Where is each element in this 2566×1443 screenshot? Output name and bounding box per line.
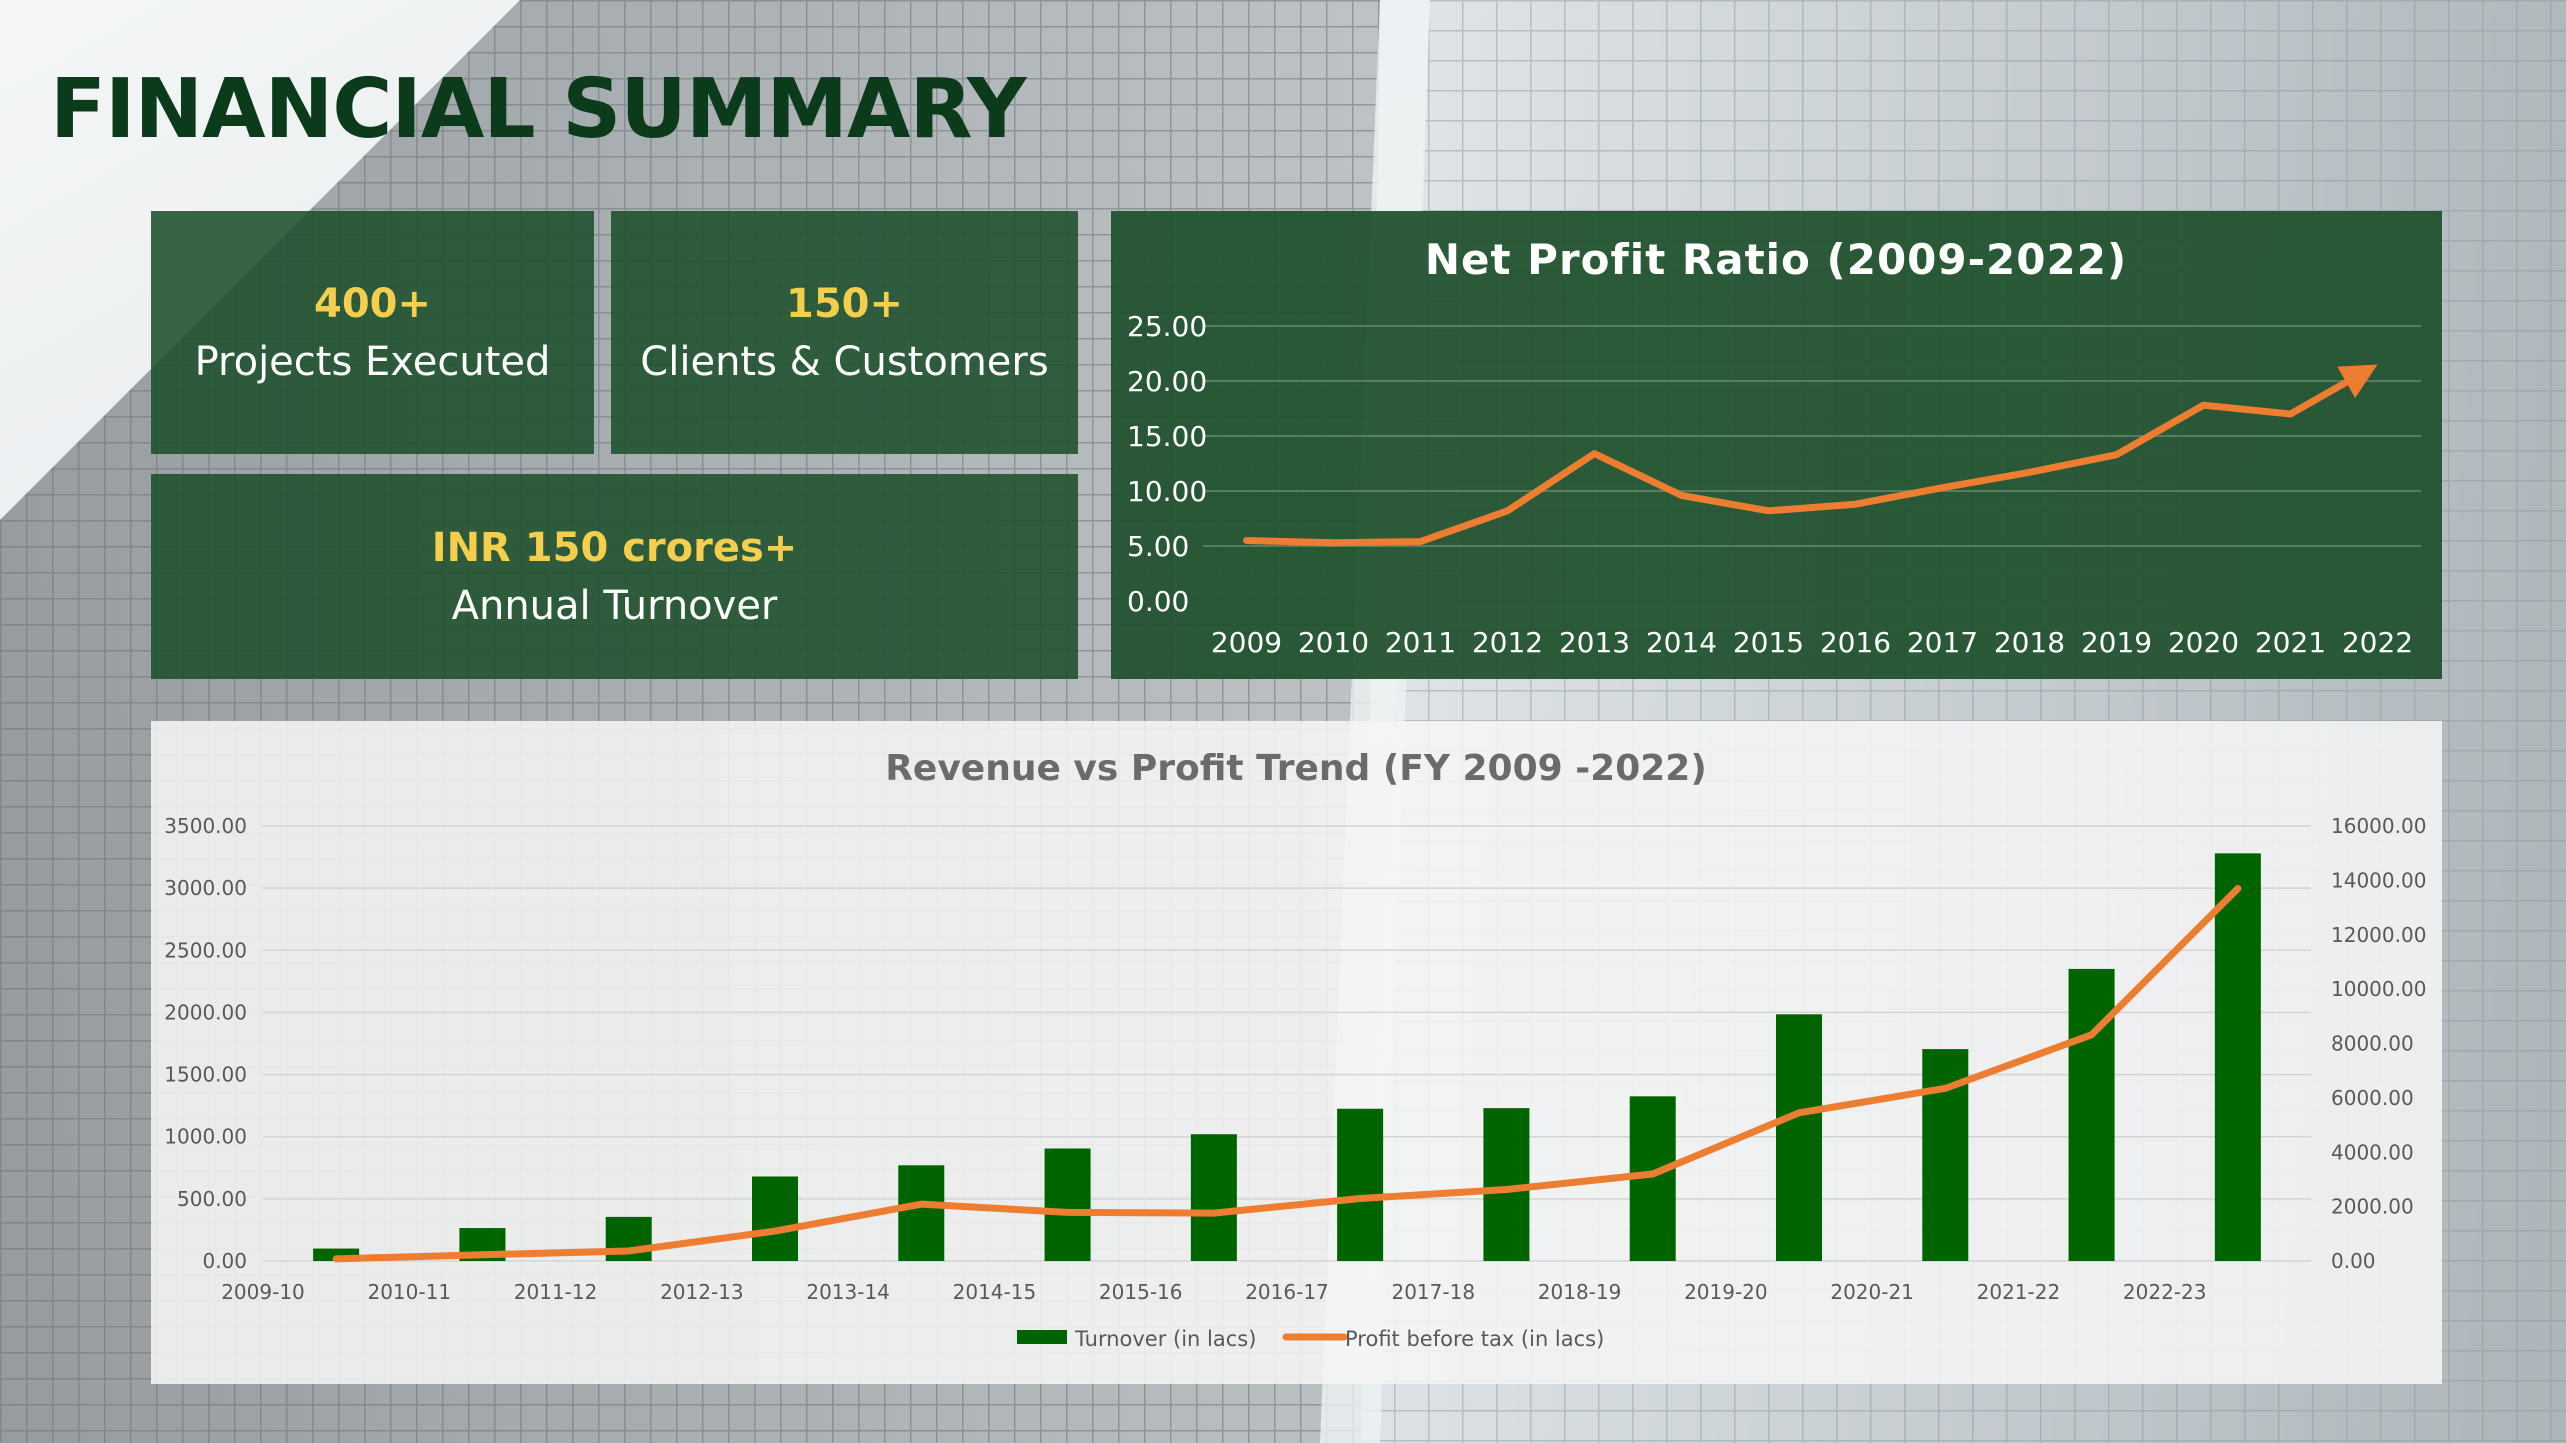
y-tick-label: 5.00 xyxy=(1127,530,1189,563)
x-tick-label: 2022 xyxy=(2342,626,2413,659)
y-left-tick-label: 1500.00 xyxy=(164,1063,247,1087)
y-right-tick-label: 12000.00 xyxy=(2331,923,2426,947)
y-right-tick-label: 2000.00 xyxy=(2331,1195,2414,1219)
y-right-tick-label: 10000.00 xyxy=(2331,977,2426,1001)
stat-label: Clients & Customers xyxy=(640,338,1049,385)
y-left-tick-label: 1000.00 xyxy=(164,1125,247,1149)
y-left-tick-label: 2500.00 xyxy=(164,938,247,962)
x-tick-label: 2020-21 xyxy=(1830,1280,1914,1304)
x-tick-label: 2021 xyxy=(2255,626,2326,659)
y-right-tick-label: 14000.00 xyxy=(2331,868,2426,892)
turnover-bar xyxy=(1044,1148,1091,1261)
x-tick-label: 2009-10 xyxy=(221,1280,305,1304)
x-tick-label: 2016 xyxy=(1820,626,1891,659)
x-tick-label: 2011-12 xyxy=(514,1280,598,1304)
y-right-tick-label: 0.00 xyxy=(2331,1249,2376,1273)
y-left-tick-label: 0.00 xyxy=(202,1249,247,1273)
x-tick-label: 2014 xyxy=(1646,626,1717,659)
stat-card-clients: 150+ Clients & Customers xyxy=(611,211,1078,454)
legend-label-profit: Profit before tax (in lacs) xyxy=(1345,1327,1604,1351)
stat-value: 150+ xyxy=(785,280,903,327)
y-left-tick-label: 3000.00 xyxy=(164,876,247,900)
chart-title: Revenue vs Profit Trend (FY 2009 -2022) xyxy=(885,748,1707,789)
x-tick-label: 2013-14 xyxy=(806,1280,890,1304)
turnover-bar xyxy=(2214,853,2261,1261)
legend-swatch-turnover xyxy=(1017,1330,1067,1344)
turnover-bar xyxy=(898,1165,945,1261)
turnover-bar xyxy=(2068,968,2115,1261)
x-tick-label: 2019-20 xyxy=(1684,1280,1768,1304)
revenue-profit-chart: Revenue vs Profit Trend (FY 2009 -2022) 0… xyxy=(164,748,2426,1351)
turnover-bar xyxy=(1776,1014,1822,1261)
x-tick-label: 2015 xyxy=(1733,626,1804,659)
x-tick-label: 2017-18 xyxy=(1391,1280,1475,1304)
revenue-profit-chart-panel: Revenue vs Profit Trend (FY 2009 -2022) 0… xyxy=(151,721,2442,1384)
page-title: FINANCIAL SUMMARY xyxy=(50,62,1027,157)
y-tick-label: 15.00 xyxy=(1127,420,1207,453)
stat-value: INR 150 crores+ xyxy=(431,524,798,571)
x-tick-label: 2012 xyxy=(1472,626,1543,659)
x-tick-label: 2009 xyxy=(1211,626,1282,659)
x-tick-label: 2017 xyxy=(1907,626,1978,659)
x-tick-label: 2020 xyxy=(2168,626,2239,659)
y-tick-label: 0.00 xyxy=(1127,585,1189,618)
y-left-tick-label: 2000.00 xyxy=(164,1000,247,1024)
turnover-bar xyxy=(752,1176,798,1261)
net-profit-ratio-chart-panel: Net Profit Ratio (2009-2022) 0.00 5.00 10.0… xyxy=(1111,211,2442,679)
stat-value: 400+ xyxy=(313,280,431,327)
stat-label: Annual Turnover xyxy=(451,582,778,629)
x-tick-label: 2010-11 xyxy=(367,1280,451,1304)
x-tick-label: 2012-13 xyxy=(660,1280,744,1304)
x-tick-label: 2014-15 xyxy=(953,1280,1037,1304)
y-tick-label: 20.00 xyxy=(1127,365,1207,398)
net-profit-ratio-chart: Net Profit Ratio (2009-2022) 0.00 5.00 10.0… xyxy=(1127,235,2421,659)
x-tick-label: 2018 xyxy=(1994,626,2065,659)
x-tick-label: 2018-19 xyxy=(1538,1280,1622,1304)
y-tick-label: 25.00 xyxy=(1127,310,1207,343)
stat-card-turnover: INR 150 crores+ Annual Turnover xyxy=(151,474,1078,679)
y-tick-label: 10.00 xyxy=(1127,475,1207,508)
stat-card-projects: 400+ Projects Executed xyxy=(151,211,594,454)
turnover-bar xyxy=(1190,1134,1237,1261)
y-left-tick-label: 500.00 xyxy=(177,1187,247,1211)
turnover-bar xyxy=(1337,1108,1384,1261)
legend-label-turnover: Turnover (in lacs) xyxy=(1074,1327,1256,1351)
npr-series-line xyxy=(1243,375,2356,547)
x-tick-label: 2013 xyxy=(1559,626,1630,659)
y-right-tick-label: 4000.00 xyxy=(2331,1140,2414,1164)
x-tick-label: 2021-22 xyxy=(1977,1280,2061,1304)
y-right-tick-label: 8000.00 xyxy=(2331,1032,2414,1056)
x-tick-label: 2022-23 xyxy=(2123,1280,2207,1304)
chart-title: Net Profit Ratio (2009-2022) xyxy=(1425,235,2127,284)
x-tick-label: 2010 xyxy=(1298,626,1369,659)
x-tick-label: 2019 xyxy=(2081,626,2152,659)
x-tick-label: 2016-17 xyxy=(1245,1280,1329,1304)
y-right-tick-label: 16000.00 xyxy=(2331,814,2426,838)
x-tick-label: 2011 xyxy=(1385,626,1456,659)
y-right-tick-label: 6000.00 xyxy=(2331,1086,2414,1110)
y-left-tick-label: 3500.00 xyxy=(164,814,247,838)
x-tick-label: 2015-16 xyxy=(1099,1280,1183,1304)
stat-label: Projects Executed xyxy=(194,338,551,385)
